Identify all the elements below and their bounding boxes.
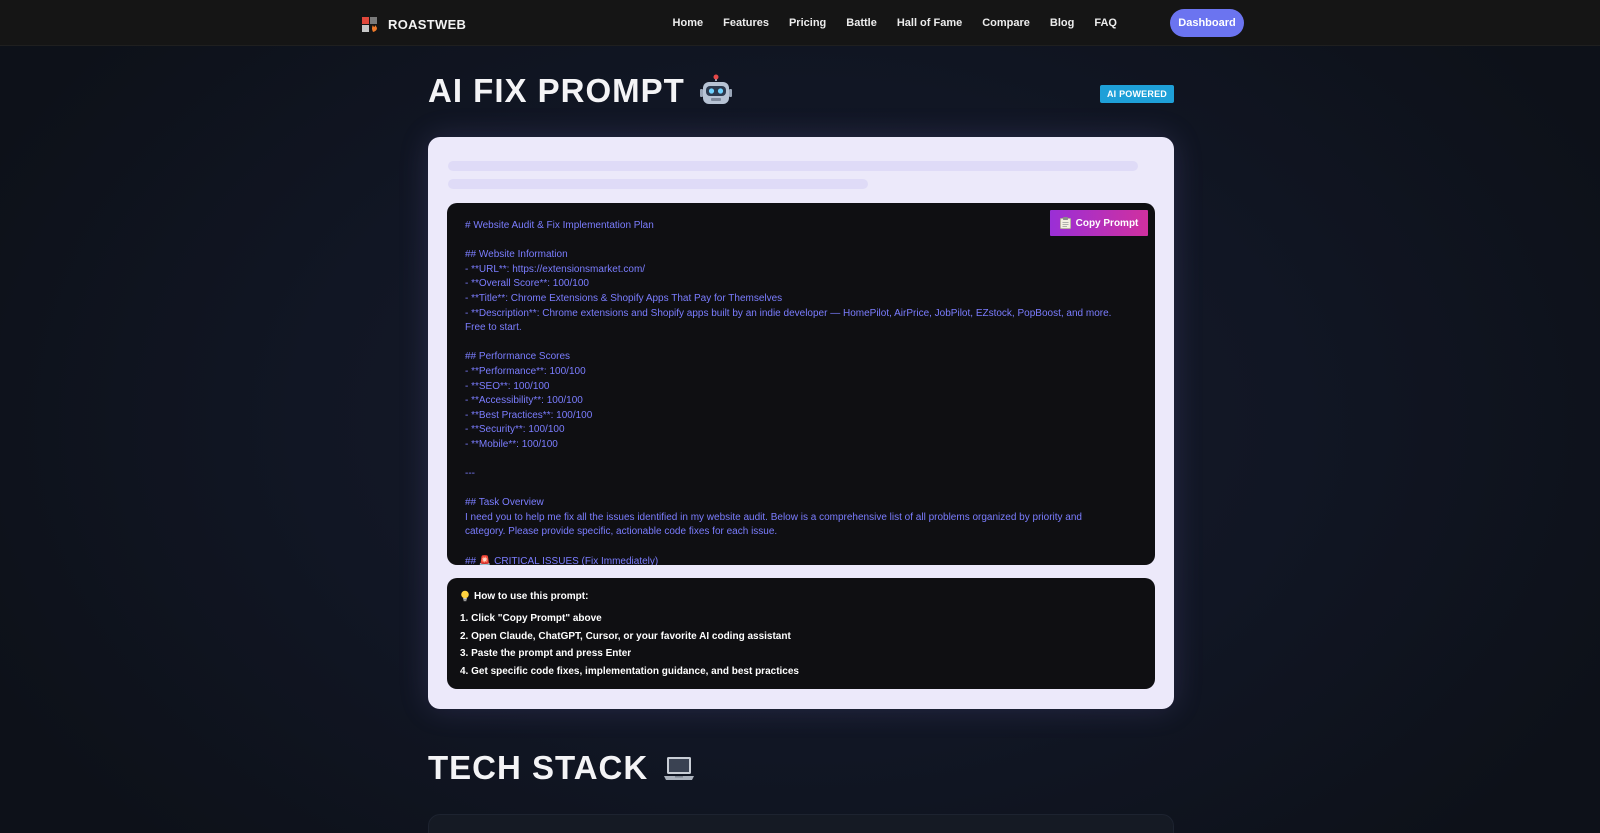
- copy-prompt-button[interactable]: Copy Prompt: [1050, 210, 1148, 236]
- prompt-line: - **Best Practices**: 100/100: [465, 409, 593, 421]
- prompt-line: ## Task Overview: [465, 497, 544, 509]
- nav-link-features[interactable]: Features: [713, 17, 779, 29]
- how-to-title-text: How to use this prompt:: [474, 590, 589, 602]
- prompt-line: ## Performance Scores: [465, 351, 571, 363]
- dashboard-button[interactable]: Dashboard: [1170, 9, 1244, 37]
- prompt-line: [465, 453, 1135, 468]
- prompt-line: # Website Audit & Fix Implementation Pla…: [465, 220, 654, 231]
- prompt-line: - **Description**: Chrome extensions and…: [465, 307, 1112, 319]
- card-faded-text: [448, 161, 1138, 171]
- tech-stack-title: TECH STACK: [428, 749, 696, 787]
- nav-links: Home Features Pricing Battle Hall of Fam…: [663, 0, 1127, 46]
- prompt-line: - **URL**: https://extensionsmarket.com/: [465, 263, 646, 275]
- ai-fix-title: AI FIX PROMPT: [428, 72, 733, 110]
- prompt-line: ## Website Information: [465, 249, 568, 261]
- prompt-line: Free to start.: [465, 322, 522, 334]
- robot-icon: [699, 74, 733, 108]
- prompt-text: # Website Audit & Fix Implementation Pla…: [465, 219, 1135, 565]
- tech-stack-title-text: TECH STACK: [428, 749, 649, 786]
- copy-prompt-label: Copy Prompt: [1075, 217, 1139, 229]
- nav-link-hall-of-fame[interactable]: Hall of Fame: [887, 17, 972, 29]
- prompt-line: I need you to help me fix all the issues…: [465, 511, 1082, 523]
- prompt-line: [465, 540, 1135, 555]
- prompt-line: [465, 336, 1135, 351]
- prompt-line: [465, 482, 1135, 497]
- prompt-line: ## 🚨 CRITICAL ISSUES (Fix Immediately): [465, 555, 659, 565]
- laptop-icon: [662, 751, 696, 785]
- how-to-box: How to use this prompt: 1. Click "Copy P…: [447, 578, 1155, 689]
- brand[interactable]: ROASTWEB: [360, 13, 466, 35]
- ai-fix-title-text: AI FIX PROMPT: [428, 72, 685, 109]
- how-to-step: 4. Get specific code fixes, implementati…: [460, 665, 799, 677]
- prompt-line: [465, 234, 1135, 249]
- prompt-line: ---: [465, 468, 475, 480]
- prompt-line: - **Performance**: 100/100: [465, 365, 586, 377]
- nav-link-compare[interactable]: Compare: [972, 17, 1040, 29]
- how-to-step: 1. Click "Copy Prompt" above: [460, 613, 602, 624]
- how-to-step: 3. Paste the prompt and press Enter: [460, 648, 632, 659]
- clipboard-icon: [1059, 217, 1071, 229]
- how-to-title: How to use this prompt:: [460, 590, 1142, 602]
- tech-stack-card: [428, 814, 1174, 833]
- prompt-line: - **Accessibility**: 100/100: [465, 395, 583, 407]
- lightbulb-icon: [460, 590, 470, 602]
- prompt-line: - **Title**: Chrome Extensions & Shopify…: [465, 292, 783, 304]
- prompt-line: - **Security**: 100/100: [465, 424, 565, 436]
- card-faded-text: [448, 179, 868, 189]
- nav-link-pricing[interactable]: Pricing: [779, 17, 836, 29]
- brand-name: ROASTWEB: [388, 16, 467, 32]
- prompt-code-box[interactable]: # Website Audit & Fix Implementation Pla…: [447, 203, 1155, 565]
- prompt-line: category. Please provide specific, actio…: [465, 526, 778, 538]
- top-navbar: ROASTWEB Home Features Pricing Battle Ha…: [0, 0, 1600, 46]
- nav-link-battle[interactable]: Battle: [836, 17, 887, 29]
- ai-fix-card: # Website Audit & Fix Implementation Pla…: [428, 137, 1174, 709]
- prompt-line: - **Overall Score**: 100/100: [465, 278, 589, 290]
- nav-link-blog[interactable]: Blog: [1040, 17, 1084, 29]
- how-to-step: 2. Open Claude, ChatGPT, Cursor, or your…: [460, 630, 791, 642]
- fire-logo-icon: [360, 14, 380, 34]
- prompt-line: - **Mobile**: 100/100: [465, 438, 558, 450]
- prompt-line: - **SEO**: 100/100: [465, 380, 550, 392]
- nav-link-faq[interactable]: FAQ: [1084, 17, 1127, 29]
- nav-link-home[interactable]: Home: [663, 17, 714, 29]
- ai-powered-badge: AI POWERED: [1100, 85, 1174, 103]
